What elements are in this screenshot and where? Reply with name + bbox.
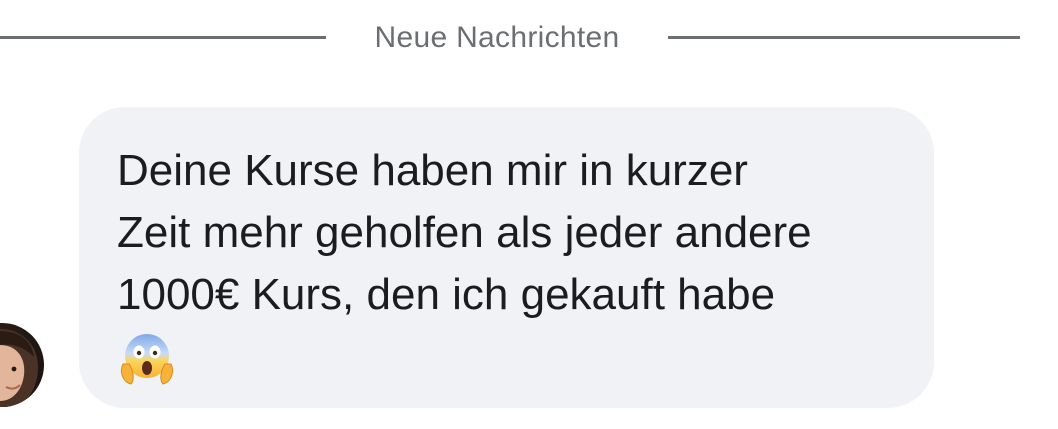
- message-text-line-1: Deine Kurse haben mir in kurzer: [117, 146, 748, 195]
- message-bubble[interactable]: Deine Kurse haben mir in kurzer Zeit meh…: [79, 107, 934, 408]
- face-screaming-in-fear-icon: [120, 334, 174, 385]
- message-text-line-3: 1000€ Kurs, den ich gekauft habe: [117, 270, 776, 319]
- divider-line-left: [0, 36, 326, 39]
- message-text-line-2: Zeit mehr geholfen als jeder andere: [117, 208, 812, 257]
- sender-avatar[interactable]: [0, 323, 44, 407]
- divider-line-right: [668, 36, 1020, 39]
- divider-label: Neue Nachrichten: [374, 21, 620, 54]
